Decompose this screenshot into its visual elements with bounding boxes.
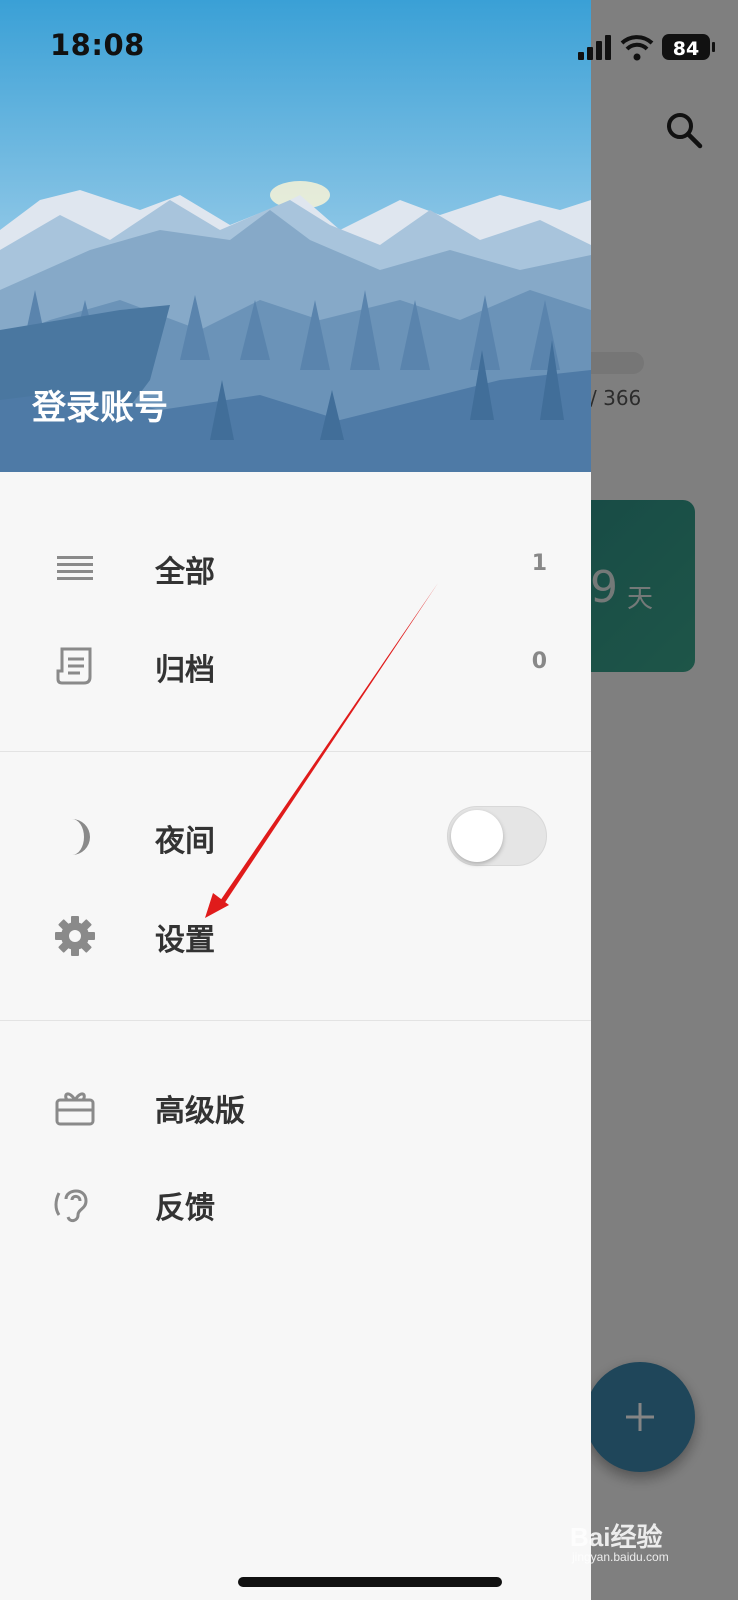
toggle-knob xyxy=(451,810,503,862)
gift-icon xyxy=(55,1092,95,1126)
menu-item-premium-label: 高级版 xyxy=(155,1094,245,1129)
menu-item-archive-count: 0 xyxy=(531,649,547,674)
menu-item-feedback[interactable]: 反馈 xyxy=(0,1163,591,1243)
archive-receipt-icon xyxy=(56,647,92,685)
watermark-url: jingyan.baidu.com xyxy=(571,1550,669,1564)
menu-item-archive-label: 归档 xyxy=(155,653,215,688)
baidu-jingyan-watermark: Bai经验 jingyan.baidu.com xyxy=(570,1522,669,1564)
cellular-signal-icon xyxy=(578,35,611,60)
watermark-logo-text: Bai经验 xyxy=(570,1522,662,1552)
wifi-icon xyxy=(620,35,654,61)
login-account-button[interactable]: 登录账号 xyxy=(32,380,168,429)
menu-item-all-label: 全部 xyxy=(155,555,215,590)
battery-level: 84 xyxy=(673,38,699,60)
drawer-header: 18:08 登录账号 xyxy=(0,0,591,472)
moon-icon xyxy=(72,819,90,855)
menu-item-feedback-label: 反馈 xyxy=(155,1191,215,1226)
menu-item-all[interactable]: 全部 1 xyxy=(0,527,591,607)
gear-icon xyxy=(55,916,95,956)
list-icon xyxy=(57,556,93,580)
divider xyxy=(0,1020,591,1021)
menu-item-all-count: 1 xyxy=(531,551,547,576)
menu-item-archive[interactable]: 归档 0 xyxy=(0,625,591,705)
menu-item-premium[interactable]: 高级版 xyxy=(0,1066,591,1146)
battery-icon: 84 xyxy=(662,34,715,60)
night-mode-toggle[interactable] xyxy=(447,806,547,866)
menu-item-night-label: 夜间 xyxy=(155,824,215,859)
menu-item-settings-label: 设置 xyxy=(155,923,215,958)
navigation-drawer: 18:08 登录账号 全部 1 归档 0 夜间 设置 高级版 反馈 xyxy=(0,0,591,1600)
ear-icon xyxy=(54,1189,88,1223)
home-indicator[interactable] xyxy=(238,1577,502,1587)
menu-item-settings[interactable]: 设置 xyxy=(0,895,591,975)
status-time: 18:08 xyxy=(50,28,145,62)
status-bar-icons: 84 xyxy=(578,34,715,61)
divider xyxy=(0,751,591,752)
